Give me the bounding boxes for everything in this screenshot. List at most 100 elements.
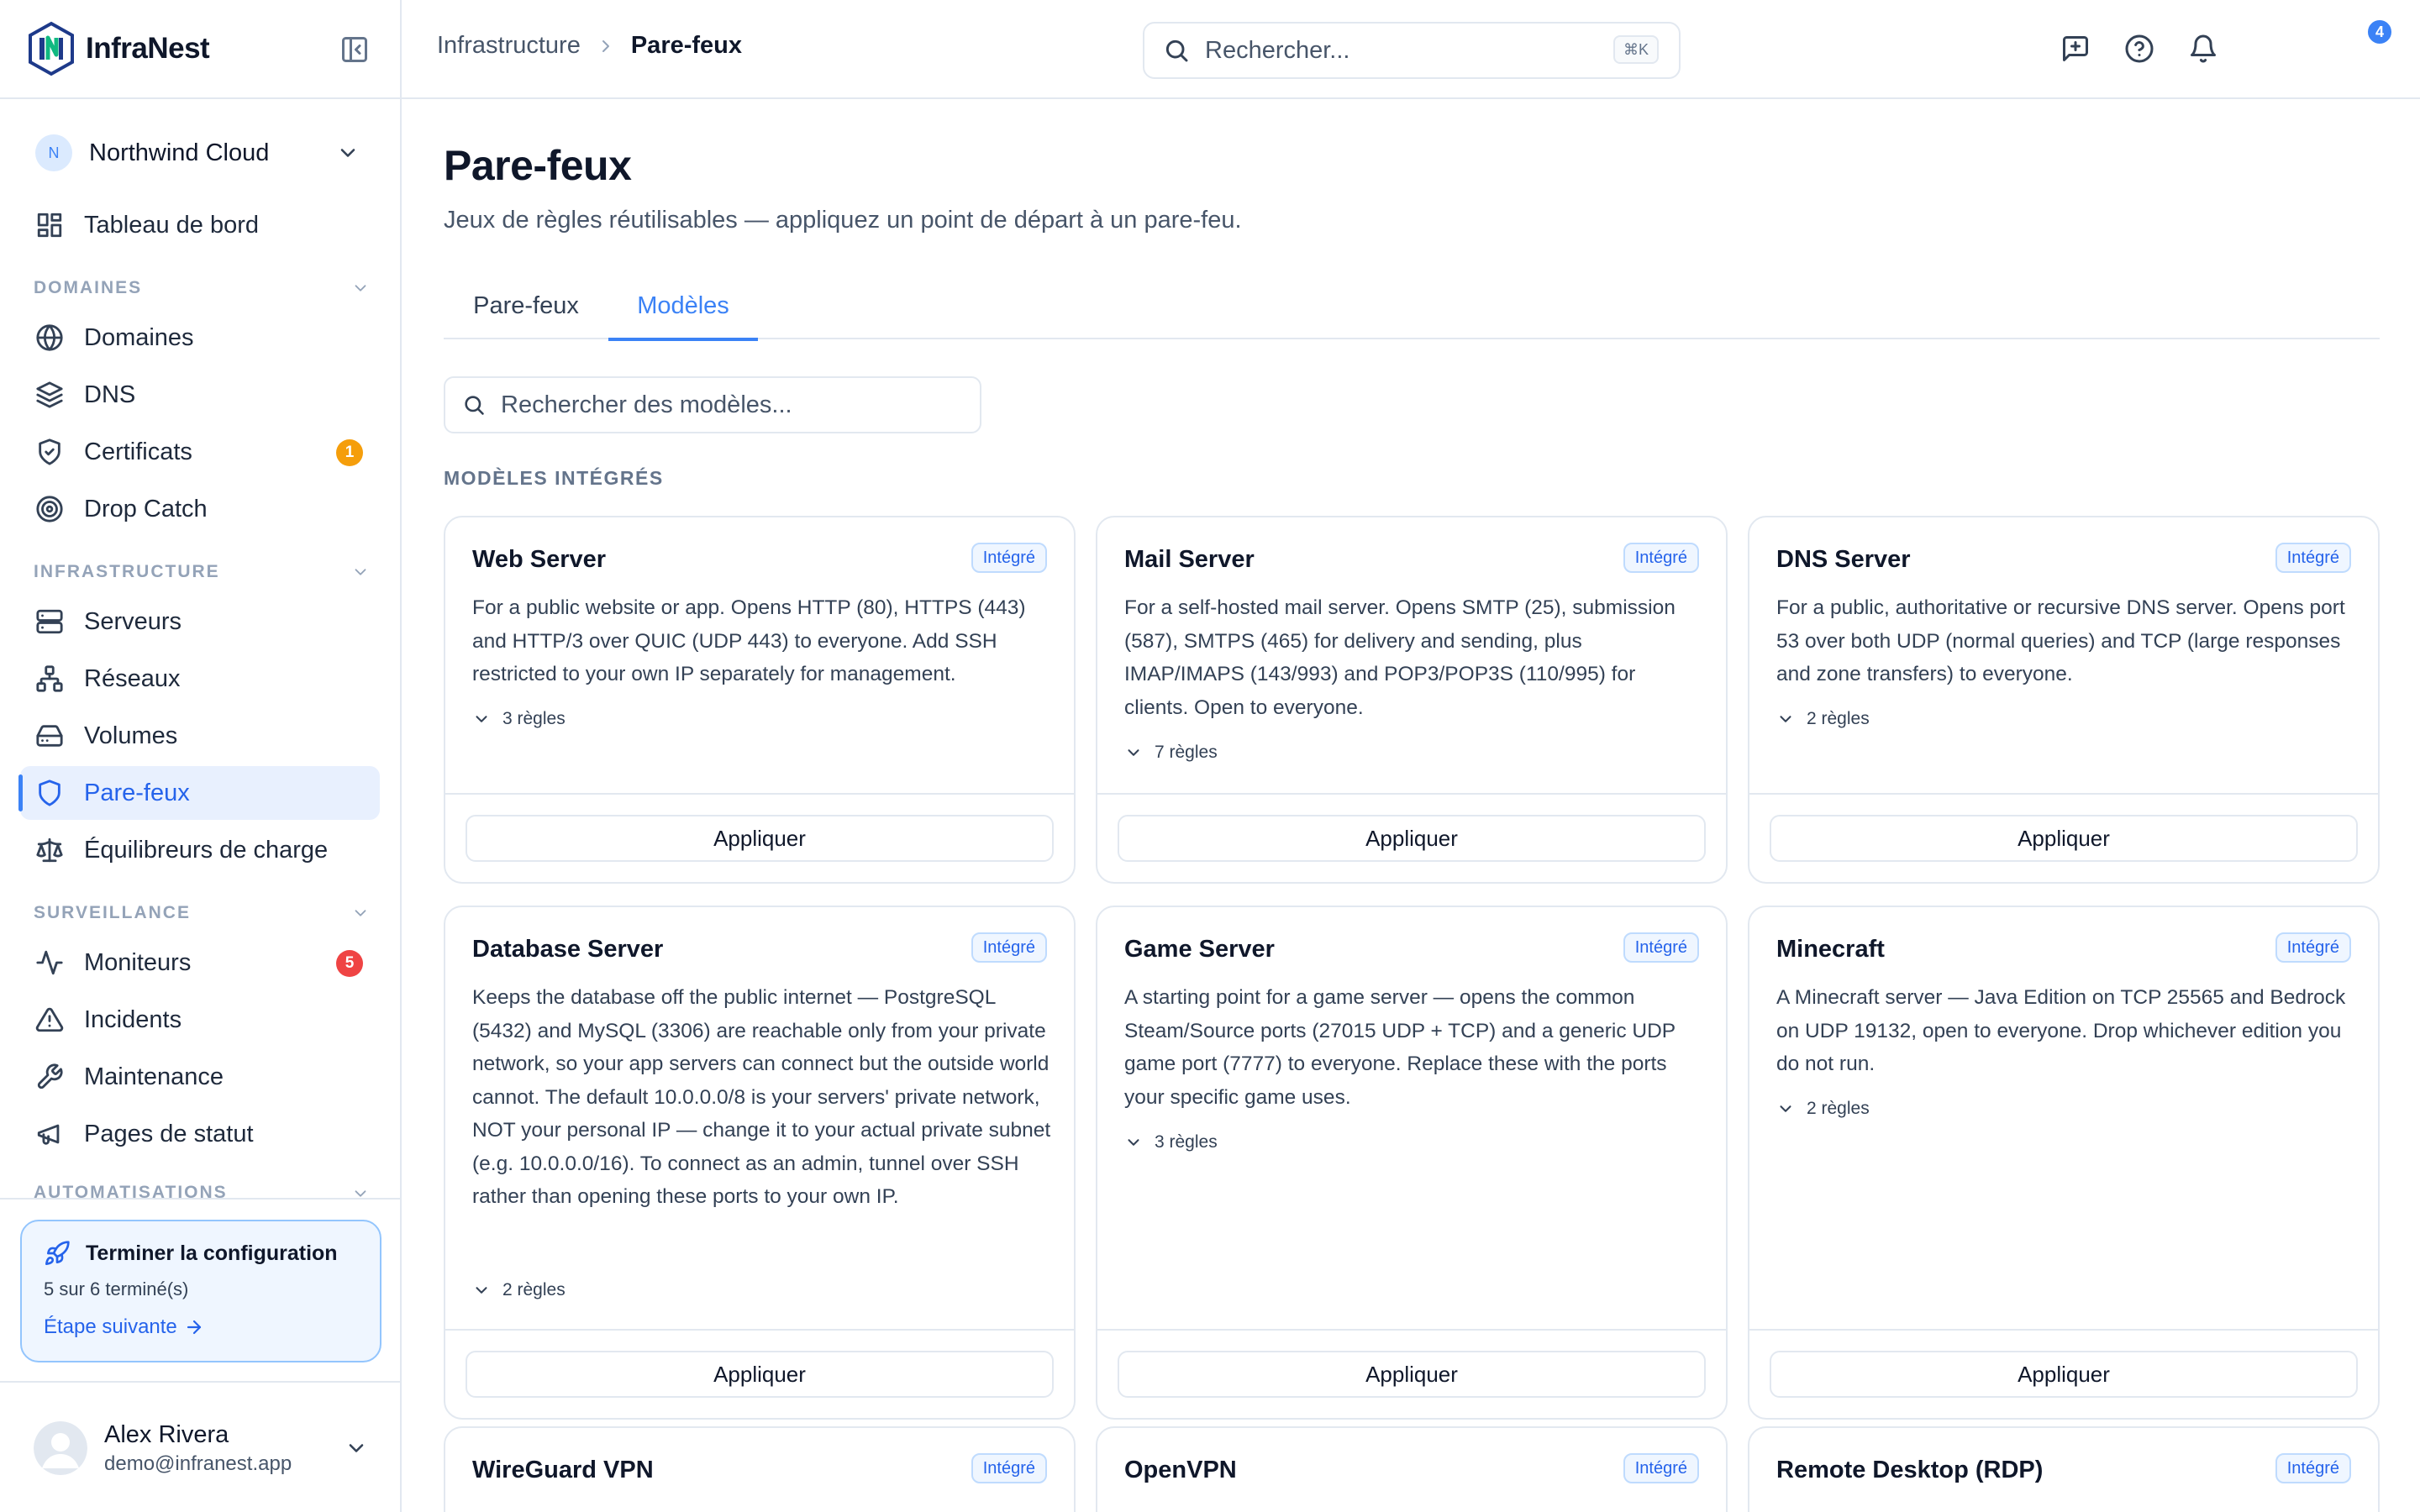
rules-count: 3 règles	[502, 709, 566, 728]
sidebar-item-certificates[interactable]: Certificats 1	[20, 425, 380, 479]
help-icon[interactable]	[2124, 34, 2154, 64]
notification-count-badge: 4	[2366, 18, 2393, 45]
card-footer: Appliquer	[445, 793, 1074, 882]
bell-icon[interactable]	[2188, 34, 2218, 64]
template-card: Remote Desktop (RDP) Intégré	[1748, 1426, 2380, 1512]
sidebar-item-volumes[interactable]: Volumes	[20, 709, 380, 763]
org-name: Northwind Cloud	[89, 139, 270, 166]
builtin-templates-heading: MODÈLES INTÉGRÉS	[444, 467, 664, 489]
sidebar-item-label: Certificats	[84, 438, 192, 465]
template-description: Keeps the database off the public intern…	[472, 986, 1051, 1208]
builtin-badge: Intégré	[971, 932, 1047, 963]
template-description: For a public website or app. Opens HTTP …	[472, 596, 1026, 685]
user-menu[interactable]: Alex Rivera demo@infranest.app	[34, 1416, 378, 1480]
setup-next-step-link[interactable]: Étape suivante	[44, 1315, 358, 1339]
sidebar-item-label: Incidents	[84, 1005, 182, 1033]
section-monitoring[interactable]: SURVEILLANCE	[34, 900, 370, 926]
template-search-input[interactable]: Rechercher des modèles...	[444, 376, 981, 433]
apply-button[interactable]: Appliquer	[1770, 1351, 2358, 1398]
rules-count: 2 règles	[502, 1280, 566, 1299]
rules-toggle[interactable]: 2 règles	[472, 1280, 566, 1300]
breadcrumb-current: Pare-feux	[630, 32, 743, 59]
certificates-count-badge: 1	[336, 439, 363, 466]
apply-button[interactable]: Appliquer	[1770, 815, 2358, 862]
card-footer: Appliquer	[1097, 793, 1726, 882]
card-footer: Appliquer	[1097, 1329, 1726, 1418]
sidebar-item-monitors[interactable]: Moniteurs 5	[20, 936, 380, 990]
sidebar-item-maintenance[interactable]: Maintenance	[20, 1050, 380, 1104]
search-shortcut-hint: ⌘K	[1612, 35, 1659, 64]
sidebar-item-label: Pages de statut	[84, 1120, 254, 1147]
rules-toggle[interactable]: 3 règles	[1124, 1132, 1218, 1152]
org-avatar: N	[35, 134, 72, 171]
breadcrumb: Infrastructure Pare-feux	[437, 32, 742, 60]
activity-icon	[36, 950, 63, 975]
rules-toggle[interactable]: 2 règles	[1776, 1099, 1870, 1119]
section-automations[interactable]: AUTOMATISATIONS	[34, 1183, 370, 1198]
sidebar-item-domains[interactable]: Domaines	[20, 311, 380, 365]
section-domains[interactable]: DOMAINES	[34, 276, 370, 301]
tab-templates[interactable]: Modèles	[608, 272, 758, 341]
sidebar-collapse-icon[interactable]	[339, 34, 370, 65]
chevron-down-icon	[1780, 716, 1791, 722]
sidebar-item-status-pages[interactable]: Pages de statut	[20, 1107, 380, 1161]
sidebar-item-networks[interactable]: Réseaux	[20, 652, 380, 706]
user-email: demo@infranest.app	[104, 1452, 292, 1475]
rocket-icon	[45, 1241, 70, 1265]
sidebar-item-incidents[interactable]: Incidents	[20, 993, 380, 1047]
main-content: Pare-feux Jeux de règles réutilisables —…	[402, 99, 2420, 1512]
section-infrastructure[interactable]: INFRASTRUCTURE	[34, 559, 370, 585]
apply-button[interactable]: Appliquer	[1118, 1351, 1706, 1398]
template-title: Mail Server	[1124, 546, 1255, 573]
tab-bar: Pare-feux Modèles	[444, 272, 2380, 341]
brand-name: InfraNest	[86, 32, 210, 65]
arrow-right-icon	[187, 1320, 201, 1335]
template-card: Web Server Intégré For a public website …	[444, 516, 1076, 884]
setup-progress-text: 5 sur 6 terminé(s)	[44, 1278, 189, 1299]
search-icon	[465, 396, 484, 415]
sidebar-item-dns[interactable]: DNS	[20, 368, 380, 422]
breadcrumb-parent[interactable]: Infrastructure	[437, 32, 581, 60]
target-icon	[36, 496, 63, 522]
sidebar-item-servers[interactable]: Serveurs	[20, 595, 380, 648]
user-info: Alex Rivera demo@infranest.app	[104, 1421, 292, 1476]
alert-triangle-icon	[35, 1007, 64, 1032]
rules-count: 3 règles	[1155, 1132, 1218, 1152]
section-automations-label: AUTOMATISATIONS	[34, 1183, 228, 1198]
global-search-input[interactable]: Rechercher... ⌘K	[1143, 22, 1681, 79]
hard-drive-icon	[36, 725, 63, 747]
sidebar-item-load-balancers[interactable]: Équilibreurs de charge	[20, 823, 380, 877]
dashboard-icon	[37, 213, 62, 238]
section-infrastructure-label: INFRASTRUCTURE	[34, 562, 220, 581]
rules-count: 2 règles	[1807, 1099, 1870, 1118]
sidebar-item-firewalls[interactable]: Pare-feux	[18, 766, 380, 820]
sidebar-item-drop-catch[interactable]: Drop Catch	[20, 482, 380, 536]
template-title: DNS Server	[1776, 546, 1911, 573]
org-switcher[interactable]: N Northwind Cloud	[20, 121, 380, 185]
search-icon	[1165, 39, 1188, 62]
tab-firewalls[interactable]: Pare-feux	[444, 272, 608, 339]
wrench-icon	[37, 1063, 63, 1089]
apply-button[interactable]: Appliquer	[466, 1351, 1054, 1398]
builtin-badge: Intégré	[971, 1453, 1047, 1483]
builtin-badge: Intégré	[2275, 543, 2351, 573]
chevron-down-icon	[476, 1287, 487, 1294]
rules-toggle[interactable]: 7 règles	[1124, 743, 1218, 763]
chevron-down-icon	[355, 910, 366, 916]
apply-button[interactable]: Appliquer	[466, 815, 1054, 862]
apply-button[interactable]: Appliquer	[1118, 815, 1706, 862]
chevron-down-icon	[1780, 1105, 1791, 1112]
builtin-badge: Intégré	[2275, 932, 2351, 963]
sidebar-item-label: Moniteurs	[84, 948, 192, 976]
builtin-badge: Intégré	[1623, 543, 1699, 573]
app-root: InfraNest N Northwind Cloud Tableau de b…	[0, 0, 2420, 1512]
sidebar-item-dashboard[interactable]: Tableau de bord	[20, 198, 380, 252]
search-placeholder: Rechercher...	[1205, 36, 1350, 64]
setup-progress-card[interactable]: Terminer la configuration 5 sur 6 termin…	[20, 1220, 381, 1362]
topbar: Infrastructure Pare-feux Rechercher... ⌘…	[402, 0, 2420, 99]
rules-toggle[interactable]: 3 règles	[472, 709, 566, 729]
chevron-down-icon	[1128, 1139, 1139, 1146]
feedback-icon[interactable]	[2060, 34, 2091, 64]
rules-toggle[interactable]: 2 règles	[1776, 709, 1870, 729]
sidebar-item-label: Domaines	[84, 323, 194, 351]
